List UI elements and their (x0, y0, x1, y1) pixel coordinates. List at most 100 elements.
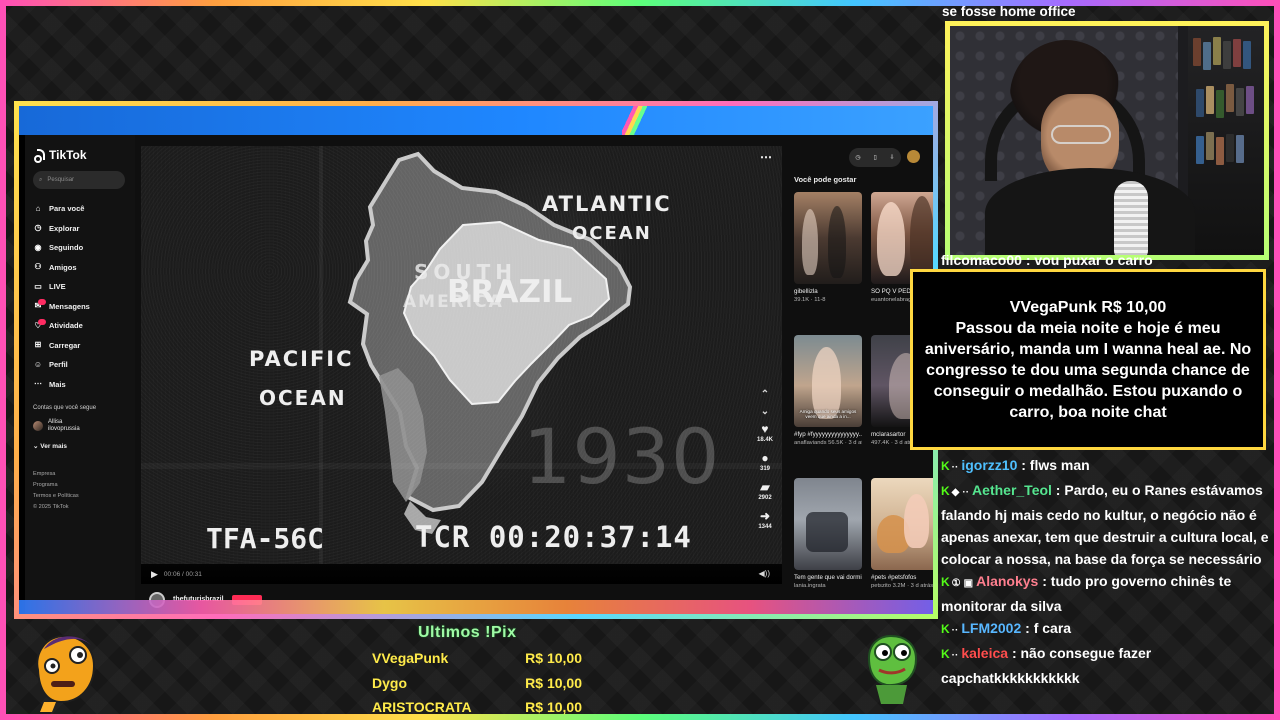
see-more-link[interactable]: ⌄ Ver mais (33, 442, 135, 450)
main-video[interactable]: ATLANTIC OCEAN SOUTH AMERICA BRAZIL PACI… (141, 146, 782, 584)
tiktok-logo[interactable]: TikTok (33, 146, 135, 163)
recommendation-card[interactable]: #pets #petsfofos petszito 3.2M · 3 d atr… (871, 478, 933, 610)
sidebar-item-label: Mensagens (49, 301, 90, 311)
search-icon: ⌕ (39, 176, 43, 183)
pix-title: Ultimos !Pix (418, 624, 517, 641)
video-year-label: 1930 (523, 412, 721, 501)
chat-top-line: se fosse home office (942, 4, 1076, 19)
recommendation-title: #fyp #fyyyyyyyyyyyyyyy... (794, 431, 862, 438)
chevron-down-icon[interactable]: ⌄ (761, 406, 769, 423)
play-icon[interactable]: ▶ (151, 569, 158, 580)
chat-message: K ① ▣ Alanokys : tudo pro governo chinês te… (941, 570, 1274, 617)
sidebar-item-mensagens[interactable]: ✉ Mensagens (33, 297, 135, 317)
pix-row: VVegaPunk R$ 10,00 (372, 646, 582, 671)
recommendation-card[interactable]: Amiga quando seus amigos veem que ainda … (794, 335, 862, 467)
share-count: 1344 (758, 524, 772, 530)
sidebar-item-seguindo[interactable]: ◉ Seguindo (33, 238, 135, 258)
profile-avatar[interactable] (907, 150, 920, 163)
glasses (1051, 125, 1111, 144)
bookmark-button[interactable]: ▰ 2902 (758, 481, 771, 501)
sidebar-item-mais[interactable]: ⋯ Mais (33, 375, 135, 395)
comment-button[interactable]: ● 319 (760, 452, 770, 472)
chat-username[interactable]: igorzz10 (961, 457, 1017, 473)
donation-message: Passou da meia noite e hoje é meu aniver… (924, 319, 1252, 421)
sidebar-item-label: Amigos (49, 262, 77, 272)
bookshelf (1188, 26, 1264, 255)
share-button[interactable]: ➜ 1344 (758, 510, 771, 530)
book (1213, 37, 1221, 65)
streamer-shirt (985, 168, 1195, 255)
book (1203, 42, 1211, 70)
sidebar-item-para-voce[interactable]: ⌂ Para você (33, 199, 135, 219)
footer-link-empresa[interactable]: Empresa (33, 469, 79, 480)
like-count: 18.4K (756, 437, 773, 443)
user-check-icon: ◉ (34, 242, 42, 252)
chevron-up-icon[interactable]: ⌃ (761, 389, 769, 406)
video-thumbnail[interactable] (794, 478, 862, 570)
recommendation-card[interactable]: gibellizla 39.1K · 11-8 (794, 192, 862, 324)
kick-badge-icon: K (941, 459, 950, 473)
comment-count: 319 (759, 466, 770, 472)
video-thumbnail[interactable] (871, 478, 933, 570)
volume-icon[interactable]: ◀)) (759, 569, 770, 578)
sidebar-item-perfil[interactable]: ☺ Perfil (33, 355, 135, 375)
chat-message: K ·· igorzz10 : flws man (941, 454, 1274, 479)
video-more-icon[interactable]: ⋯ (760, 150, 772, 164)
recommendations-title: Você pode gostar (794, 175, 857, 184)
browser-capture: TikTok ⌕ Pesquisar ⌂ Para você ◷ Explorar … (14, 101, 938, 619)
chat-username[interactable]: Aether_Teol (972, 482, 1052, 498)
sidebar-item-label: Para você (49, 204, 85, 214)
book (1226, 84, 1234, 112)
utility-controls[interactable]: ◷ ▯ ⇩ (849, 148, 901, 167)
pix-list: VVegaPunk R$ 10,00 Dygo R$ 10,00 ARISTOCRA… (372, 646, 582, 720)
gift-badge-icon: ▣ (963, 578, 974, 589)
comment-icon: ● (761, 451, 769, 465)
sidebar-item-carregar[interactable]: ⊞ Carregar (33, 336, 135, 356)
recommendation-card[interactable]: Tem gente que vai dormir no sofá hoje...… (794, 478, 862, 610)
donation-header: VVegaPunk R$ 10,00 (1009, 298, 1167, 316)
book (1246, 86, 1254, 114)
video-thumbnail[interactable] (794, 192, 862, 284)
book (1243, 41, 1251, 69)
sidebar-item-explorar[interactable]: ◷ Explorar (33, 219, 135, 239)
compass-icon: ◷ (34, 223, 42, 233)
book (1216, 90, 1224, 118)
chat-username[interactable]: kaleica (961, 645, 1008, 661)
sidebar-item-live[interactable]: ▭ LIVE (33, 277, 135, 297)
pepe-icon (867, 634, 918, 704)
tiktok-sidebar: TikTok ⌕ Pesquisar ⌂ Para você ◷ Explorar … (25, 135, 135, 614)
recommendation-meta: petszito 3.2M · 3 d atrás (871, 583, 933, 589)
sidebar-item-atividade[interactable]: ♡ Atividade (33, 316, 135, 336)
sidebar-item-label: Mais (49, 379, 66, 389)
chat-username[interactable]: Alanokys (976, 573, 1038, 589)
footer-link-termos[interactable]: Termos e Políticas (33, 491, 79, 502)
following-account[interactable]: Allisa ilovoprussia (33, 419, 135, 433)
desktop-top-bar (19, 106, 933, 135)
book (1223, 41, 1231, 69)
search-input[interactable]: ⌕ Pesquisar (33, 171, 125, 189)
donation-alert: VVegaPunk R$ 10,00 Passou da meia noite … (910, 269, 1266, 450)
recommendation-meta: anaflaviands 56.5K · 3 d atrás (794, 440, 862, 446)
video-frame[interactable]: ATLANTIC OCEAN SOUTH AMERICA BRAZIL PACI… (141, 146, 782, 564)
tiktok-logo-text: TikTok (49, 147, 87, 162)
chat-message: K ·· LFM2002 : f cara (941, 617, 1274, 642)
recommendation-title: Tem gente que vai dormir no sofá hoje... (794, 574, 862, 581)
mod-badge-icon: ·· (962, 487, 970, 498)
video-label-ocean-bottom: OCEAN (259, 386, 347, 410)
sidebar-item-label: Atividade (49, 321, 83, 331)
pix-name: Dygo (372, 674, 407, 691)
sidebar-item-amigos[interactable]: ⚇ Amigos (33, 258, 135, 278)
book (1206, 86, 1214, 114)
thumbnail-caption: Amiga quando seus amigos veem que ainda … (799, 409, 857, 419)
chat-message: K ·· kaleica : não consegue fazer capchatk… (941, 642, 1274, 689)
chat-username[interactable]: LFM2002 (961, 620, 1021, 636)
video-controls: ▶ 00:06 / 00:31 ◀)) (141, 564, 782, 584)
video-thumbnail[interactable]: Amiga quando seus amigos veem que ainda … (794, 335, 862, 427)
video-actions: ⌃ ⌄ ♥ 18.4K ● 319 ▰ 2902 ➜ 1344 (753, 389, 777, 539)
chat-message: K ◆ ·· Aether_Teol : Pardo, eu o Ranes está… (941, 479, 1274, 570)
bookmark-icon: ▰ (760, 480, 770, 494)
upload-icon: ⊞ (34, 340, 42, 350)
footer-link-programa[interactable]: Programa (33, 480, 79, 491)
like-button[interactable]: ♥ 18.4K (757, 423, 773, 443)
sidebar-item-label: Seguindo (49, 243, 84, 253)
